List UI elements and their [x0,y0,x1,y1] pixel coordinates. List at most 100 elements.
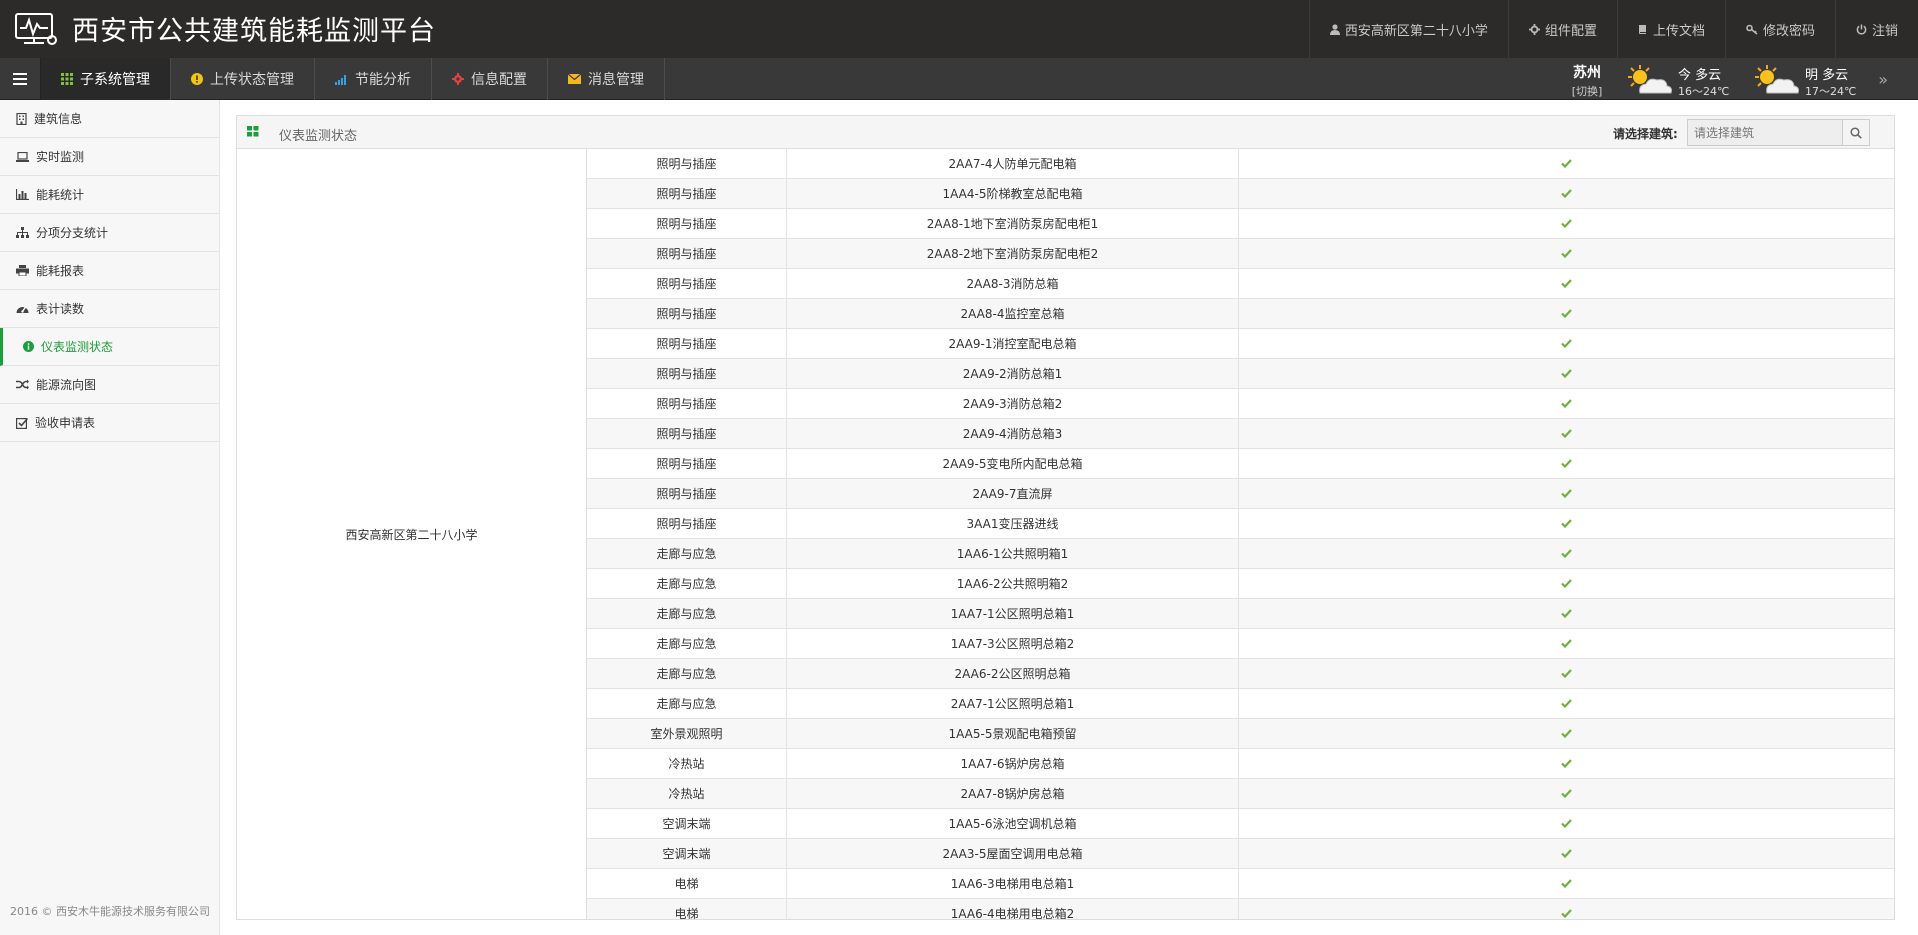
info-circle-icon [23,341,34,352]
category-cell: 电梯 [587,899,787,919]
category-cell: 走廊与应急 [587,629,787,658]
category-cell: 照明与插座 [587,359,787,388]
tomorrow-forecast: 明 多云 [1805,68,1849,83]
status-cell [1239,509,1894,538]
building-search-button[interactable] [1842,120,1869,145]
cog-icon [452,73,464,85]
check-icon [1561,909,1572,918]
check-icon [1561,249,1572,258]
sidebar: 建筑信息 实时监测 能耗统计 分项分支统计 能耗报表 表计读数 仪表监测状态 能… [0,100,220,935]
sidebar-item-label: 验收申请表 [35,416,96,430]
tab-info-config[interactable]: 信息配置 [432,58,548,100]
category-cell: 走廊与应急 [587,569,787,598]
table-row: 室外景观照明 1AA5-5景观配电箱预留 [587,719,1894,749]
status-cell [1239,569,1894,598]
category-cell: 照明与插座 [587,269,787,298]
random-icon [16,379,29,390]
check-icon [1561,159,1572,168]
component-config-link[interactable]: 组件配置 [1507,0,1617,58]
check-icon [1561,789,1572,798]
sidebar-item-label: 实时监测 [36,150,85,164]
weather-today: 今 多云 16～24℃ [1624,61,1734,99]
meter-name-cell: 2AA8-2地下室消防泵房配电柜2 [787,239,1239,268]
today-forecast: 今 多云 [1678,68,1722,83]
status-cell [1239,539,1894,568]
tab-upload-status-label: 上传状态管理 [210,72,294,88]
sidebar-item-meter-reading[interactable]: 表计读数 [0,290,219,328]
weather-tomorrow: 明 多云 17～24℃ [1751,61,1861,99]
table-row: 冷热站 1AA7-6锅炉房总箱 [587,749,1894,779]
status-cell [1239,209,1894,238]
tab-subsystem-management[interactable]: 子系统管理 [41,58,171,100]
meter-name-cell: 2AA8-3消防总箱 [787,269,1239,298]
check-icon [1561,219,1572,228]
sidebar-item-realtime-monitor[interactable]: 实时监测 [0,138,219,176]
check-icon [1561,339,1572,348]
upload-doc-link[interactable]: 上传文档 [1616,0,1725,58]
meter-status-panel: 仪表监测状态 请选择建筑: 西安高新区第二十八小学 照明与插座2AA7-4人防单… [236,115,1895,920]
meter-name-cell: 2AA7-4人防单元配电箱 [787,149,1239,178]
table-row: 照明与插座 2AA8-2地下室消防泵房配电柜2 [587,239,1894,269]
building-search-input[interactable] [1688,120,1838,145]
status-cell [1239,839,1894,868]
status-cell [1239,689,1894,718]
logout-link[interactable]: 注销 [1834,0,1918,58]
sidebar-item-subitem-stats[interactable]: 分项分支统计 [0,214,219,252]
check-icon [1561,429,1572,438]
status-cell [1239,329,1894,358]
category-cell: 空调末端 [587,809,787,838]
tab-energy-analysis-label: 节能分析 [355,72,411,88]
city-switch-link[interactable]: [切换] [1562,83,1612,99]
meter-name-cell: 2AA9-7直流屏 [787,479,1239,508]
meter-name-cell: 1AA7-3公区照明总箱2 [787,629,1239,658]
status-cell [1239,869,1894,898]
check-icon [1561,879,1572,888]
tab-message-label: 消息管理 [588,72,644,88]
meter-name-cell: 3AA1变压器进线 [787,509,1239,538]
sidebar-item-meter-status[interactable]: 仪表监测状态 [0,328,219,366]
check-icon [1561,729,1572,738]
meter-name-cell: 2AA9-4消防总箱3 [787,419,1239,448]
sidebar-item-label: 能耗报表 [36,264,85,278]
status-cell [1239,599,1894,628]
sidebar-item-acceptance-form[interactable]: 验收申请表 [0,404,219,442]
meter-name-cell: 1AA6-1公共照明箱1 [787,539,1239,568]
meter-status-table: 西安高新区第二十八小学 照明与插座 2AA7-4人防单元配电箱 照明与插座 1AA4-… [237,149,1894,919]
tab-message-management[interactable]: 消息管理 [548,58,665,100]
category-cell: 照明与插座 [587,239,787,268]
change-password-link[interactable]: 修改密码 [1724,0,1835,58]
category-cell: 照明与插座 [587,389,787,418]
tab-energy-analysis[interactable]: 节能分析 [315,58,432,100]
building-select[interactable] [1687,119,1870,146]
bar-chart-icon [16,189,29,200]
sidebar-item-energy-stats[interactable]: 能耗统计 [0,176,219,214]
sidebar-item-energy-report[interactable]: 能耗报表 [0,252,219,290]
category-cell: 室外景观照明 [587,719,787,748]
check-icon [1561,699,1572,708]
table-row: 空调末端 1AA5-6泳池空调机总箱 [587,809,1894,839]
user-menu-link[interactable]: 西安高新区第二十八小学 [1308,0,1508,58]
user-name: 西安高新区第二十八小学 [1344,23,1488,39]
table-row: 照明与插座 2AA9-7直流屏 [587,479,1894,509]
menu-toggle-button[interactable] [0,58,41,100]
component-config-label: 组件配置 [1544,23,1597,39]
category-cell: 照明与插座 [587,509,787,538]
sitemap-icon [16,227,29,238]
check-icon [1561,549,1572,558]
sidebar-item-building-info[interactable]: 建筑信息 [0,100,219,138]
status-cell [1239,779,1894,808]
meter-name-cell: 1AA5-5景观配电箱预留 [787,719,1239,748]
weather-more-button[interactable]: » [1878,70,1888,89]
tab-upload-status[interactable]: 上传状态管理 [171,58,315,100]
meter-name-cell: 1AA7-6锅炉房总箱 [787,749,1239,778]
status-cell [1239,299,1894,328]
category-cell: 照明与插座 [587,419,787,448]
meter-name-cell: 2AA9-1消控室配电总箱 [787,329,1239,358]
table-row: 照明与插座 2AA8-3消防总箱 [587,269,1894,299]
signal-icon [335,74,346,85]
tab-info-config-label: 信息配置 [471,72,527,88]
search-icon [1850,126,1862,139]
status-cell [1239,719,1894,748]
sidebar-item-energy-flow[interactable]: 能源流向图 [0,366,219,404]
meter-name-cell: 1AA6-4电梯用电总箱2 [787,899,1239,919]
